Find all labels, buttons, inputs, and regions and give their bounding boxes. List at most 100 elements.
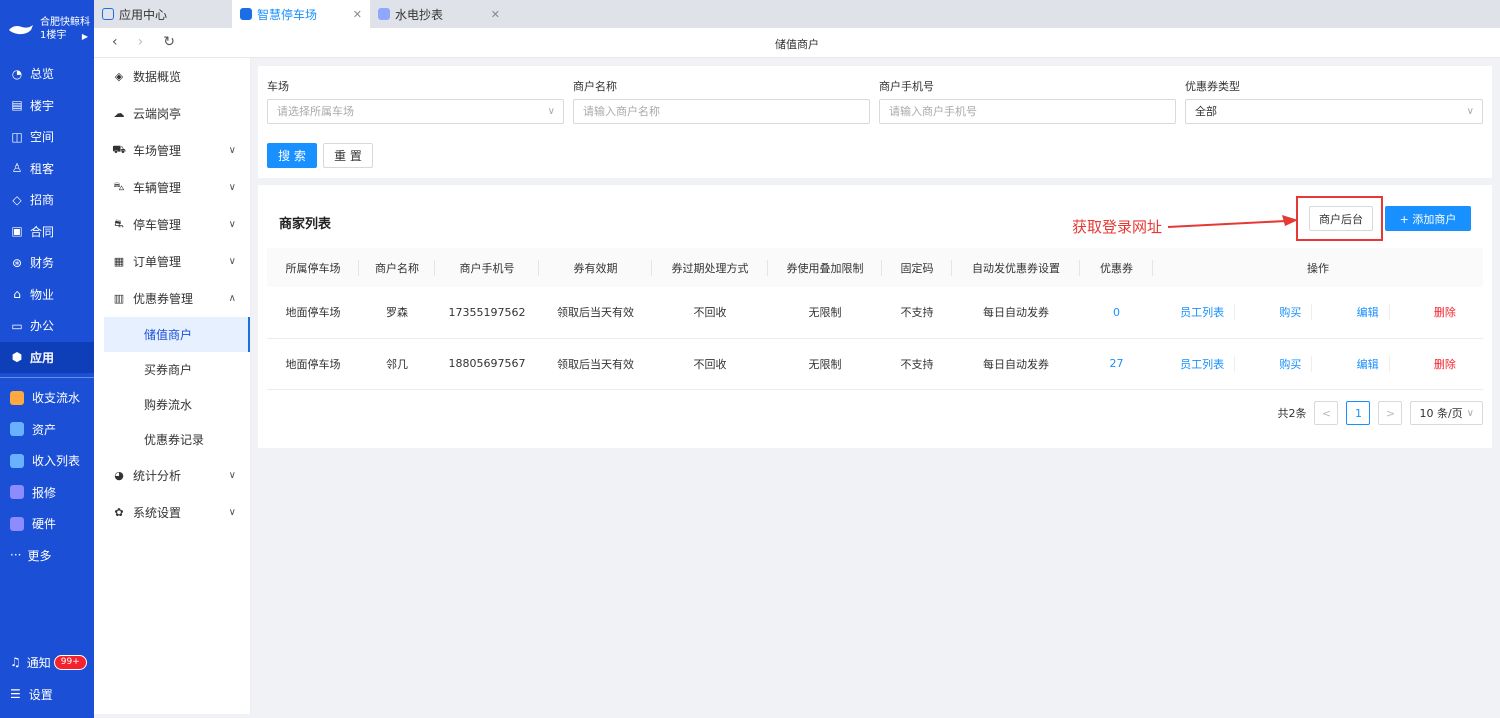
row-actions: 员工列表 购买 编辑 删除	[1153, 304, 1483, 321]
app-icon	[10, 516, 24, 531]
quick-nav-item-2[interactable]: 收入列表	[0, 445, 94, 477]
cell-fixed: 不支持	[882, 287, 952, 339]
menu-icon: ☁	[113, 107, 125, 120]
cell-expire: 不回收	[652, 338, 768, 390]
nav-label: 应用	[30, 350, 55, 365]
close-icon[interactable]: ✕	[353, 8, 362, 21]
settings-button[interactable]: ☰ 设置	[0, 678, 94, 710]
nav-item-7[interactable]: ⌂ 物业	[0, 279, 94, 311]
submenu-item-1[interactable]: 买券商户	[94, 352, 250, 387]
column-header: 优惠券	[1080, 248, 1153, 287]
coupon-type-select[interactable]: 全部 ∨	[1185, 99, 1483, 124]
more-label: 更多	[27, 548, 52, 563]
quick-nav-label: 报修	[32, 485, 57, 500]
module-menu-item-b0[interactable]: ◕ 统计分析 ∨	[94, 457, 250, 494]
module-menu-item-3[interactable]: ⛍ 车辆管理 ∨	[94, 169, 250, 206]
nav-icon: ▣	[11, 224, 23, 239]
nav-item-8[interactable]: ▭ 办公	[0, 310, 94, 342]
buy-link[interactable]: 购买	[1269, 304, 1313, 321]
lot-select[interactable]: 请选择所属车场 ∨	[267, 99, 564, 124]
menu-icon: ✿	[114, 506, 124, 519]
module-menu-item-b1[interactable]: ✿ 系统设置 ∨	[94, 494, 250, 531]
nav-item-6[interactable]: ⊛ 财务	[0, 247, 94, 279]
add-merchant-button[interactable]: + 添加商户	[1385, 206, 1471, 231]
more-icon: ···	[10, 548, 22, 563]
search-button[interactable]: 搜 索	[267, 143, 317, 168]
cell-auto: 每日自动发券	[952, 338, 1080, 390]
edit-link[interactable]: 编辑	[1347, 355, 1390, 372]
nav-item-9[interactable]: ⬢ 应用	[0, 341, 94, 373]
prev-page-button[interactable]: <	[1314, 401, 1339, 425]
nav-item-2[interactable]: ◫ 空间	[0, 121, 94, 153]
tab-meter-reading[interactable]: 水电抄表 ✕	[370, 0, 508, 28]
buy-link[interactable]: 购买	[1269, 355, 1313, 372]
nav-label: 合同	[30, 224, 55, 239]
submenu-item-3[interactable]: 优惠券记录	[94, 422, 250, 457]
nav-label: 总览	[30, 67, 55, 82]
cell-validity: 领取后当天有效	[539, 287, 652, 339]
nav-item-1[interactable]: ▤ 楼宇	[0, 90, 94, 122]
nav-item-3[interactable]: ♙ 租客	[0, 153, 94, 185]
quick-nav-item-0[interactable]: 收支流水	[0, 382, 94, 414]
merchant-backend-button[interactable]: 商户后台	[1309, 206, 1373, 231]
module-menu-item-0[interactable]: ◈ 数据概览	[94, 58, 250, 95]
menu-icon: ◕	[114, 469, 124, 482]
cell-coupons[interactable]: 0	[1080, 287, 1153, 339]
delete-link[interactable]: 删除	[1424, 304, 1466, 320]
more-button[interactable]: ··· 更多	[0, 540, 94, 572]
submenu-item-2[interactable]: 购券流水	[94, 387, 250, 422]
staff-list-link[interactable]: 员工列表	[1170, 304, 1236, 321]
nav-label: 楼宇	[30, 98, 55, 113]
submenu-item-0[interactable]: 储值商户	[104, 317, 250, 352]
close-icon[interactable]: ✕	[491, 8, 500, 21]
nav-item-4[interactable]: ◇ 招商	[0, 184, 94, 216]
tab-bar: 应用中心 智慧停车场 ✕ 水电抄表 ✕	[94, 0, 1500, 28]
module-menu-item-4[interactable]: ⛐ 停车管理 ∨	[94, 206, 250, 243]
cell-coupons[interactable]: 27	[1080, 338, 1153, 390]
merchant-phone-input[interactable]: 请输入商户手机号	[879, 99, 1176, 124]
app-sidebar: 合肥快鲸科 1楼宇 ▶ ◔ 总览 ▤ 楼宇 ◫ 空间 ♙ 租客 ◇ 招商 ▣ 合同 ⊛ 财务 ⌂ 物业 ▭ 办公 ⬢…	[0, 0, 94, 718]
column-header: 商户名称	[359, 248, 435, 287]
menu-icon: ◈	[114, 70, 124, 83]
cell-stack: 无限制	[768, 338, 882, 390]
next-page-button[interactable]: >	[1378, 401, 1403, 425]
chevron-down-icon: ∨	[228, 470, 236, 481]
notification-button[interactable]: ♫ 通知 99+	[0, 646, 94, 678]
column-header: 操作	[1153, 248, 1483, 287]
menu-label: 统计分析	[133, 469, 182, 483]
quick-nav-label: 硬件	[32, 517, 57, 532]
nav-bar: ‹ › ↻ 储值商户	[94, 28, 1500, 58]
page-size-value: 10 条/页	[1419, 407, 1463, 420]
column-header: 商户手机号	[435, 248, 539, 287]
staff-list-link[interactable]: 员工列表	[1170, 355, 1236, 372]
meter-icon	[378, 8, 390, 20]
quick-nav-item-4[interactable]: 硬件	[0, 508, 94, 540]
tab-app-center[interactable]: 应用中心	[94, 0, 232, 28]
quick-nav-item-1[interactable]: 资产	[0, 414, 94, 446]
app-icon	[10, 485, 24, 500]
module-menu-item-1[interactable]: ☁ 云端岗亭	[94, 95, 250, 132]
page-size-select[interactable]: 10 条/页 ∨	[1410, 401, 1483, 425]
tab-smart-parking[interactable]: 智慧停车场 ✕	[232, 0, 370, 28]
quick-nav-item-3[interactable]: 报修	[0, 477, 94, 509]
chevron-down-icon: ∨	[228, 182, 236, 193]
module-menu-item-2[interactable]: ⛟ 车场管理 ∨	[94, 132, 250, 169]
tab-label: 应用中心	[119, 7, 168, 22]
cell-validity: 领取后当天有效	[539, 338, 652, 390]
column-header: 固定码	[882, 248, 952, 287]
nav-item-5[interactable]: ▣ 合同	[0, 216, 94, 248]
merchant-name-input[interactable]: 请输入商户名称	[573, 99, 870, 124]
module-menu-item-5[interactable]: ▦ 订单管理 ∨	[94, 243, 250, 280]
divider	[0, 377, 94, 378]
notification-label: 通知	[26, 655, 51, 670]
delete-link[interactable]: 删除	[1424, 356, 1466, 372]
module-menu-item-6[interactable]: ▥ 优惠券管理 ∧	[94, 280, 250, 317]
page-1-button[interactable]: 1	[1346, 401, 1371, 425]
nav-icon: ▭	[11, 318, 23, 333]
edit-link[interactable]: 编辑	[1347, 304, 1390, 321]
menu-label: 停车管理	[133, 218, 182, 232]
reset-button[interactable]: 重 置	[323, 143, 373, 168]
cell-auto: 每日自动发券	[952, 287, 1080, 339]
nav-item-0[interactable]: ◔ 总览	[0, 58, 94, 90]
brand[interactable]: 合肥快鲸科 1楼宇 ▶	[0, 0, 94, 58]
